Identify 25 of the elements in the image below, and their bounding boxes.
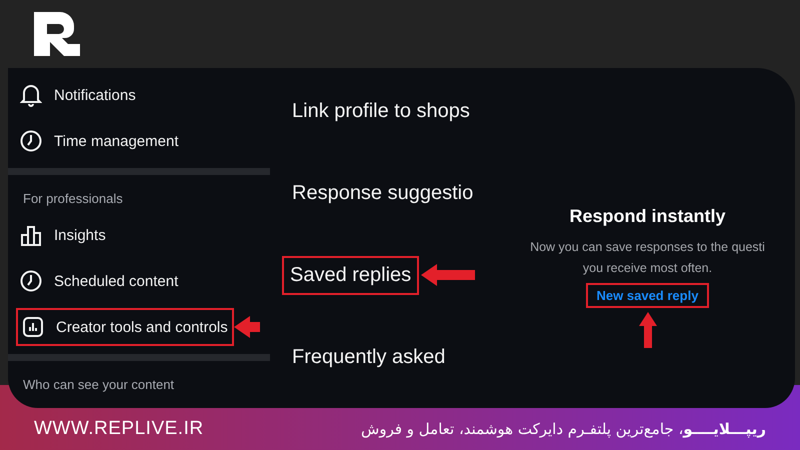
menu-item[interactable]: Notifications: [20, 72, 136, 118]
clock-icon: [20, 270, 42, 292]
menu-item[interactable]: Creator tools and controls: [16, 308, 234, 346]
menu-item[interactable]: Link profile to shops: [290, 92, 472, 130]
tagline: ریپـــلایــــو، جامع‌ترین پلتفـرم دایرکت هوشمند، تعامل و فروش: [361, 420, 766, 438]
section-heading: Who can see your content: [22, 376, 176, 394]
menu-item[interactable]: Scheduled content: [20, 258, 178, 304]
clock-icon: [20, 130, 42, 152]
empty-state-text: Now you can save responses to the questi you receive most often.: [529, 239, 766, 277]
menu-item[interactable]: Frequently asked: [290, 338, 448, 376]
menu-item[interactable]: Response suggestio: [290, 174, 476, 212]
menu-item[interactable]: Saved replies: [282, 256, 420, 294]
section-heading: For professionals: [22, 190, 124, 208]
bar-chart-icon: [20, 224, 42, 246]
pointer-arrow: [638, 312, 656, 348]
bell-icon: [20, 83, 42, 107]
menu-item[interactable]: Insights: [20, 212, 106, 258]
menu-item[interactable]: Time management: [20, 118, 178, 164]
new-saved-reply-link[interactable]: New saved reply: [586, 283, 710, 308]
logo: [34, 12, 80, 56]
chart-square-icon: [22, 316, 44, 338]
pointer-arrow: [421, 264, 476, 286]
empty-state-title: Respond instantly: [569, 206, 726, 227]
pointer-arrow: [234, 316, 260, 338]
website-address: WWW.REPLIVE.IR: [34, 418, 204, 440]
